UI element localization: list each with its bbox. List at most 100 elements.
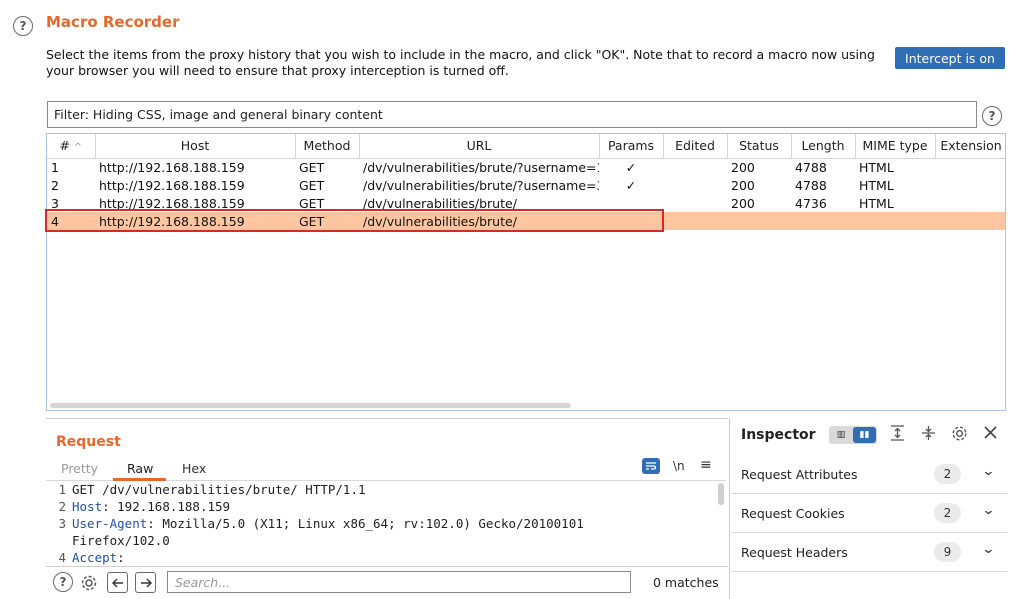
col-header-extension[interactable]: Extension <box>935 134 1005 159</box>
inspector-settings-icon[interactable] <box>951 425 968 446</box>
proxy-history-table: # ^ Host Method URL Params Edited Status… <box>46 133 1006 411</box>
cell-method: GET <box>299 159 325 175</box>
sort-ascending-icon: ^ <box>73 142 83 154</box>
cell-length: 4788 <box>795 159 827 175</box>
col-header-method[interactable]: Method <box>295 134 360 159</box>
section-count-badge: 2 <box>934 464 961 484</box>
cell-edited <box>663 158 727 176</box>
help-icon[interactable]: ? <box>13 16 33 36</box>
col-header-edited[interactable]: Edited <box>663 134 728 159</box>
request-line: Accept: <box>72 549 125 565</box>
menu-icon[interactable]: ≡ <box>700 457 712 473</box>
selected-row-highlight <box>45 209 664 232</box>
tab-raw[interactable]: Raw <box>127 461 153 476</box>
close-icon[interactable] <box>983 425 998 444</box>
intercept-toggle-button[interactable]: Intercept is on <box>895 47 1005 69</box>
chevron-down-icon[interactable]: ⌄ <box>981 503 995 518</box>
cell-edited <box>663 212 727 230</box>
header-name: Host <box>72 499 103 514</box>
cell-extension <box>935 176 1005 194</box>
settings-icon[interactable] <box>78 572 99 593</box>
collapse-icon[interactable] <box>921 425 936 445</box>
layout-side-icon[interactable]: ▮▮ <box>853 427 876 443</box>
col-header-number[interactable]: # ^ <box>47 134 96 159</box>
header-value: : 192.168.188.159 <box>102 499 231 514</box>
header-value: : <box>117 550 125 565</box>
cell-url: /dv/vulnerabilities/brute/?username=12..… <box>363 159 599 175</box>
col-header-host[interactable]: Host <box>95 134 296 159</box>
section-label: Request Cookies <box>741 506 845 521</box>
cell-mime <box>855 212 935 230</box>
cell-mime: HTML <box>859 159 894 175</box>
inspector-section-request-cookies[interactable]: Request Cookies 2 ⌄ <box>731 494 1007 533</box>
cell-edited <box>663 176 727 194</box>
col-header-params[interactable]: Params <box>599 134 664 159</box>
tab-pretty[interactable]: Pretty <box>61 461 98 476</box>
inspector-section-request-attributes[interactable]: Request Attributes 2 ⌄ <box>731 455 1007 494</box>
cell-number: 1 <box>51 159 59 175</box>
tab-hex[interactable]: Hex <box>182 461 206 476</box>
expand-icon[interactable] <box>890 425 905 445</box>
request-line: Host: 192.168.188.159 <box>72 498 230 515</box>
request-editor[interactable]: 1 GET /dv/vulnerabilities/brute/ HTTP/1.… <box>46 481 726 565</box>
editor-vertical-scrollbar[interactable] <box>718 483 724 505</box>
cell-length: 4788 <box>795 177 827 193</box>
arrow-left-icon[interactable] <box>107 572 128 593</box>
table-header: # ^ Host Method URL Params Edited Status… <box>47 134 1005 159</box>
cell-method: GET <box>299 177 325 193</box>
search-input[interactable] <box>167 571 631 593</box>
request-line-continuation: Firefox/102.0 <box>72 533 170 548</box>
match-count: 0 matches <box>653 575 719 590</box>
dialog-title: Macro Recorder <box>46 13 180 31</box>
section-count-badge: 2 <box>934 503 961 523</box>
cell-status <box>727 212 791 230</box>
section-label: Request Attributes <box>741 467 858 482</box>
col-header-mime-type[interactable]: MIME type <box>855 134 936 159</box>
arrow-right-icon[interactable] <box>135 572 156 593</box>
cell-status: 200 <box>731 177 755 193</box>
table-row[interactable]: 2 http://192.168.188.159 GET /dv/vulnera… <box>47 176 1005 194</box>
line-number: 2 <box>58 499 66 514</box>
section-label: Request Headers <box>741 545 848 560</box>
header-name: User-Agent <box>72 516 148 531</box>
cell-number: 2 <box>51 177 59 193</box>
chevron-down-icon[interactable]: ⌄ <box>981 464 995 479</box>
dialog-description: Select the items from the proxy history … <box>46 47 875 78</box>
col-header-url[interactable]: URL <box>359 134 600 159</box>
chevron-down-icon[interactable]: ⌄ <box>981 542 995 557</box>
params-check-icon: ✓ <box>625 177 637 193</box>
line-number: 3 <box>58 516 66 531</box>
cell-edited <box>663 194 727 212</box>
inspector-section-request-headers[interactable]: Request Headers 9 ⌄ <box>731 533 1007 572</box>
line-number: 1 <box>58 482 66 497</box>
col-header-length[interactable]: Length <box>791 134 856 159</box>
cell-mime: HTML <box>859 177 894 193</box>
inspector-title: Inspector <box>741 427 816 443</box>
cell-url: /dv/vulnerabilities/brute/?username=31..… <box>363 177 599 193</box>
cell-status: 200 <box>731 195 755 211</box>
request-line: User-Agent: Mozilla/5.0 (X11; Linux x86_… <box>72 515 584 532</box>
cell-length <box>791 212 855 230</box>
search-help-icon[interactable]: ? <box>53 572 73 592</box>
col-header-status[interactable]: Status <box>727 134 792 159</box>
cell-extension <box>935 212 1005 230</box>
cell-extension <box>935 194 1005 212</box>
header-name: Accept <box>72 550 118 565</box>
table-row[interactable]: 1 http://192.168.188.159 GET /dv/vulnera… <box>47 158 1005 176</box>
params-check-icon: ✓ <box>625 159 637 175</box>
cell-length: 4736 <box>795 195 827 211</box>
cell-host: http://192.168.188.159 <box>99 159 245 175</box>
show-newlines-button[interactable]: \n <box>673 459 685 473</box>
cell-mime: HTML <box>859 195 894 211</box>
request-line: GET /dv/vulnerabilities/brute/ HTTP/1.1 <box>72 482 366 497</box>
line-number: 4 <box>58 550 66 565</box>
inspector-divider <box>729 418 730 599</box>
wrap-text-icon[interactable] <box>642 458 660 474</box>
filter-help-icon[interactable]: ? <box>982 106 1002 126</box>
filter-bar[interactable]: Filter: Hiding CSS, image and general bi… <box>47 101 977 128</box>
table-horizontal-scrollbar[interactable] <box>50 403 571 408</box>
request-title: Request <box>56 434 121 450</box>
cell-host: http://192.168.188.159 <box>99 177 245 193</box>
cell-status: 200 <box>731 159 755 175</box>
layout-stacked-icon[interactable]: ▥ <box>831 428 851 442</box>
